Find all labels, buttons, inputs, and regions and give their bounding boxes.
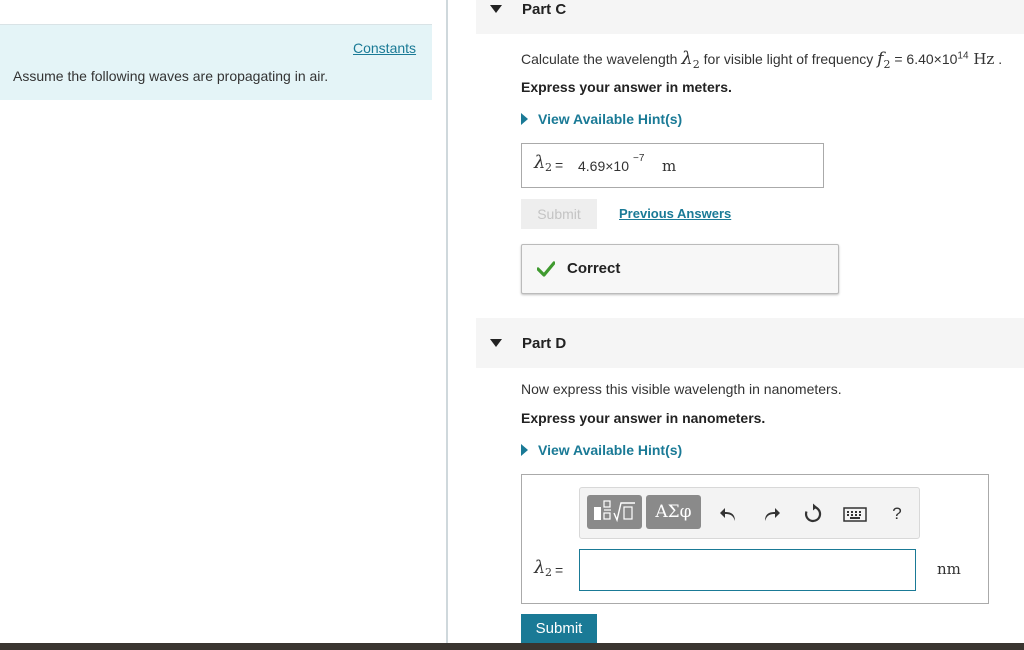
question-prefix: Calculate the wavelength [521, 51, 682, 67]
answer-unit: m [662, 157, 677, 175]
hint-expand-icon[interactable] [521, 113, 528, 125]
part-d-answer-box: ΑΣφ ? λ 2 = nm [521, 474, 989, 604]
keyboard-icon[interactable] [842, 502, 868, 526]
answer-lambda: λ [534, 152, 546, 173]
answer-subscript: 2 [545, 566, 552, 579]
bottom-edge [0, 643, 1024, 650]
collapse-triangle-icon[interactable] [490, 5, 502, 13]
redo-icon[interactable] [759, 502, 783, 526]
answer-subscript: 2 [545, 161, 552, 174]
symbols-button[interactable]: ΑΣφ [646, 495, 701, 529]
part-c-instruction: Express your answer in meters. [521, 79, 732, 95]
info-text: Assume the following waves are propagati… [13, 68, 329, 84]
checkmark-icon [537, 261, 555, 277]
lambda-subscript: 2 [692, 57, 700, 71]
previous-answers-link[interactable]: Previous Answers [619, 206, 731, 221]
undo-icon[interactable] [717, 502, 741, 526]
frequency-value: = 6.40×10 [890, 51, 958, 67]
part-c-title: Part C [522, 1, 567, 18]
info-box [0, 25, 432, 100]
collapse-triangle-icon[interactable] [490, 339, 502, 347]
reset-icon[interactable] [801, 502, 825, 526]
lambda-symbol: λ [681, 48, 693, 69]
frequency-unit: Hz [968, 50, 995, 68]
templates-button[interactable] [587, 495, 642, 529]
answer-equals: = [555, 157, 564, 173]
answer-lambda: λ [534, 557, 546, 578]
part-d-answer-input[interactable] [579, 549, 916, 591]
left-pane: Constants Assume the following waves are… [0, 0, 446, 644]
part-c-submit-button[interactable]: Submit [521, 199, 597, 229]
answer-mantissa: 4.69×10 [578, 158, 629, 174]
answer-unit: nm [937, 560, 961, 578]
part-c-hint-link[interactable]: View Available Hint(s) [538, 111, 682, 127]
fraction-sqrt-template-icon [594, 500, 635, 523]
part-d-question: Now express this visible wavelength in n… [521, 381, 842, 397]
part-d-instruction: Express your answer in nanometers. [521, 410, 766, 426]
answer-equals: = [555, 562, 564, 578]
part-c-question: Calculate the wavelength λ2 for visible … [521, 48, 1002, 71]
math-toolbar: ΑΣφ ? [579, 487, 920, 539]
part-c-answer-box: λ 2 = 4.69×10 −7 m [521, 143, 824, 188]
part-d-submit-button[interactable]: Submit [521, 614, 597, 644]
part-d-header[interactable]: Part D [476, 318, 1024, 368]
constants-link[interactable]: Constants [353, 40, 416, 56]
pane-divider [446, 0, 448, 644]
part-d-title: Part D [522, 335, 567, 352]
part-d-hint-link[interactable]: View Available Hint(s) [538, 442, 682, 458]
question-mid: for visible light of frequency [699, 51, 878, 67]
frequency-exponent: 14 [957, 50, 969, 62]
hint-expand-icon[interactable] [521, 444, 528, 456]
feedback-box: Correct [521, 244, 839, 294]
question-end: . [994, 51, 1003, 67]
part-c-header[interactable]: Part C [476, 0, 1024, 34]
help-button[interactable]: ? [885, 502, 909, 526]
answer-exponent: −7 [633, 153, 645, 164]
feedback-label: Correct [567, 260, 621, 277]
